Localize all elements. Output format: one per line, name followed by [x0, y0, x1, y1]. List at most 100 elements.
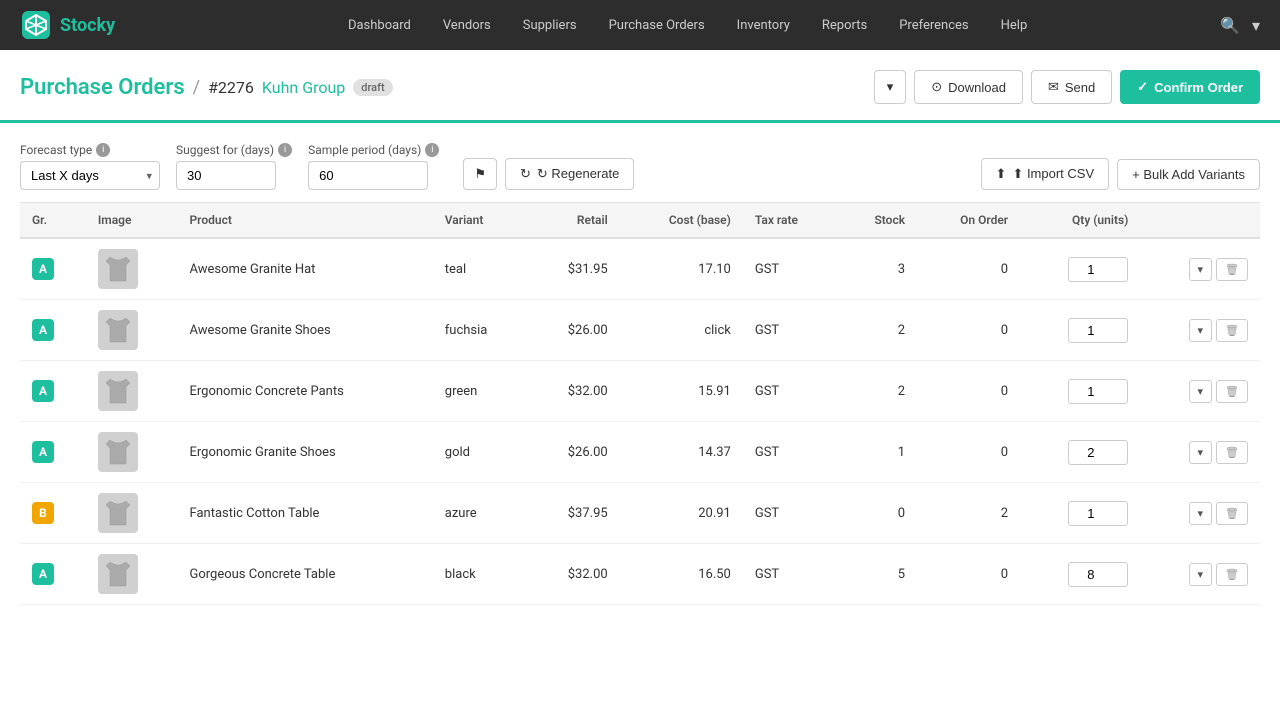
cell-qty[interactable]: [1020, 483, 1140, 544]
qty-input[interactable]: [1068, 379, 1128, 404]
cell-tax-rate: GST: [743, 361, 839, 422]
send-button[interactable]: ✉ Send: [1031, 70, 1112, 104]
cell-product: Ergonomic Granite Shoes: [177, 422, 432, 483]
col-header-on-order: On Order: [917, 203, 1020, 239]
cell-qty[interactable]: [1020, 300, 1140, 361]
col-header-retail: Retail: [528, 203, 620, 239]
breadcrumb-purchase-orders[interactable]: Purchase Orders: [20, 75, 185, 100]
cell-tax-rate: GST: [743, 544, 839, 605]
cell-row-actions: ▾ 🗑: [1140, 238, 1260, 300]
table-row: A Ergonomic Concrete Pants green $32.00 …: [20, 361, 1260, 422]
regenerate-button[interactable]: ↻ ↻ Regenerate: [505, 158, 634, 190]
row-dropdown-button[interactable]: ▾: [1189, 258, 1213, 281]
table-header-row: Gr. Image Product Variant Retail Cost (b…: [20, 203, 1260, 239]
forecast-type-info-icon[interactable]: i: [96, 143, 110, 157]
cell-image: [86, 422, 178, 483]
forecast-type-group: Forecast type i Last X days Daily averag…: [20, 143, 160, 190]
col-header-variant: Variant: [433, 203, 528, 239]
confirm-order-button[interactable]: ✓ Confirm Order: [1120, 70, 1260, 104]
row-delete-button[interactable]: 🗑: [1216, 563, 1248, 586]
cell-row-actions: ▾ 🗑: [1140, 300, 1260, 361]
row-delete-button[interactable]: 🗑: [1216, 380, 1248, 403]
download-button[interactable]: ⊙ Download: [914, 70, 1023, 104]
cell-row-actions: ▾ 🗑: [1140, 483, 1260, 544]
row-dropdown-button[interactable]: ▾: [1189, 380, 1213, 403]
suggest-days-input[interactable]: [176, 161, 276, 190]
col-header-grade: Gr.: [20, 203, 86, 239]
product-image: [98, 310, 138, 350]
nav-dashboard[interactable]: Dashboard: [332, 0, 427, 50]
cell-cost: 14.37: [620, 422, 743, 483]
cell-stock: 2: [839, 361, 917, 422]
row-delete-button[interactable]: 🗑: [1216, 441, 1248, 464]
cell-on-order: 0: [917, 238, 1020, 300]
col-header-stock: Stock: [839, 203, 917, 239]
cell-qty[interactable]: [1020, 361, 1140, 422]
cell-grade: A: [20, 300, 86, 361]
qty-input[interactable]: [1068, 562, 1128, 587]
more-options-button[interactable]: ▾: [874, 70, 907, 104]
cell-product: Gorgeous Concrete Table: [177, 544, 432, 605]
tshirt-icon: [100, 373, 136, 409]
nav-suppliers[interactable]: Suppliers: [507, 0, 593, 50]
nav-inventory[interactable]: Inventory: [721, 0, 806, 50]
col-header-tax-rate: Tax rate: [743, 203, 839, 239]
breadcrumb: Purchase Orders / #2276 Kuhn Group draft: [20, 75, 393, 100]
logo-text: Stocky: [60, 15, 115, 36]
cell-on-order: 0: [917, 422, 1020, 483]
forecast-type-label: Forecast type i: [20, 143, 160, 157]
import-csv-button[interactable]: ⬆ ⬆ Import CSV: [981, 158, 1110, 190]
nav-help[interactable]: Help: [985, 0, 1044, 50]
grade-badge: A: [32, 563, 54, 585]
row-delete-button[interactable]: 🗑: [1216, 319, 1248, 342]
grade-badge: A: [32, 319, 54, 341]
nav-caret-icon[interactable]: ▾: [1252, 16, 1260, 35]
suggest-days-info-icon[interactable]: i: [278, 143, 292, 157]
qty-input[interactable]: [1068, 318, 1128, 343]
filter-button[interactable]: ⚑: [463, 158, 497, 190]
cell-cost: 17.10: [620, 238, 743, 300]
search-icon[interactable]: 🔍: [1220, 16, 1240, 35]
chevron-down-icon: ▾: [887, 79, 894, 95]
breadcrumb-supplier[interactable]: Kuhn Group: [262, 78, 345, 97]
cell-cost: click: [620, 300, 743, 361]
qty-input[interactable]: [1068, 501, 1128, 526]
cell-stock: 0: [839, 483, 917, 544]
sample-period-input[interactable]: [308, 161, 428, 190]
row-dropdown-button[interactable]: ▾: [1189, 502, 1213, 525]
nav-reports[interactable]: Reports: [806, 0, 883, 50]
product-image: [98, 554, 138, 594]
tshirt-icon: [100, 251, 136, 287]
bulk-add-variants-button[interactable]: + Bulk Add Variants: [1117, 159, 1260, 190]
suggest-days-label: Suggest for (days) i: [176, 143, 292, 157]
nav-vendors[interactable]: Vendors: [427, 0, 507, 50]
filter-section: Forecast type i Last X days Daily averag…: [0, 123, 1280, 202]
cell-image: [86, 544, 178, 605]
sample-period-info-icon[interactable]: i: [425, 143, 439, 157]
cell-grade: A: [20, 238, 86, 300]
forecast-type-select[interactable]: Last X days Daily average Weekly average: [20, 161, 160, 190]
tshirt-icon: [100, 495, 136, 531]
row-dropdown-button[interactable]: ▾: [1189, 441, 1213, 464]
qty-input[interactable]: [1068, 257, 1128, 282]
cell-product: Fantastic Cotton Table: [177, 483, 432, 544]
table-row: A Awesome Granite Hat teal $31.95 17.10 …: [20, 238, 1260, 300]
row-dropdown-button[interactable]: ▾: [1189, 563, 1213, 586]
nav-purchase-orders[interactable]: Purchase Orders: [593, 0, 721, 50]
tshirt-icon: [100, 312, 136, 348]
cell-qty[interactable]: [1020, 422, 1140, 483]
forecast-type-select-wrapper: Last X days Daily average Weekly average: [20, 161, 160, 190]
grade-badge: A: [32, 258, 54, 280]
cell-qty[interactable]: [1020, 238, 1140, 300]
logo[interactable]: Stocky: [20, 9, 115, 41]
nav-preferences[interactable]: Preferences: [883, 0, 984, 50]
cell-qty[interactable]: [1020, 544, 1140, 605]
row-delete-button[interactable]: 🗑: [1216, 502, 1248, 525]
tshirt-icon: [100, 556, 136, 592]
nav-links: Dashboard Vendors Suppliers Purchase Ord…: [155, 0, 1220, 50]
header-actions: ▾ ⊙ Download ✉ Send ✓ Confirm Order: [874, 70, 1260, 104]
cell-retail: $26.00: [528, 300, 620, 361]
row-dropdown-button[interactable]: ▾: [1189, 319, 1213, 342]
qty-input[interactable]: [1068, 440, 1128, 465]
row-delete-button[interactable]: 🗑: [1216, 258, 1248, 281]
